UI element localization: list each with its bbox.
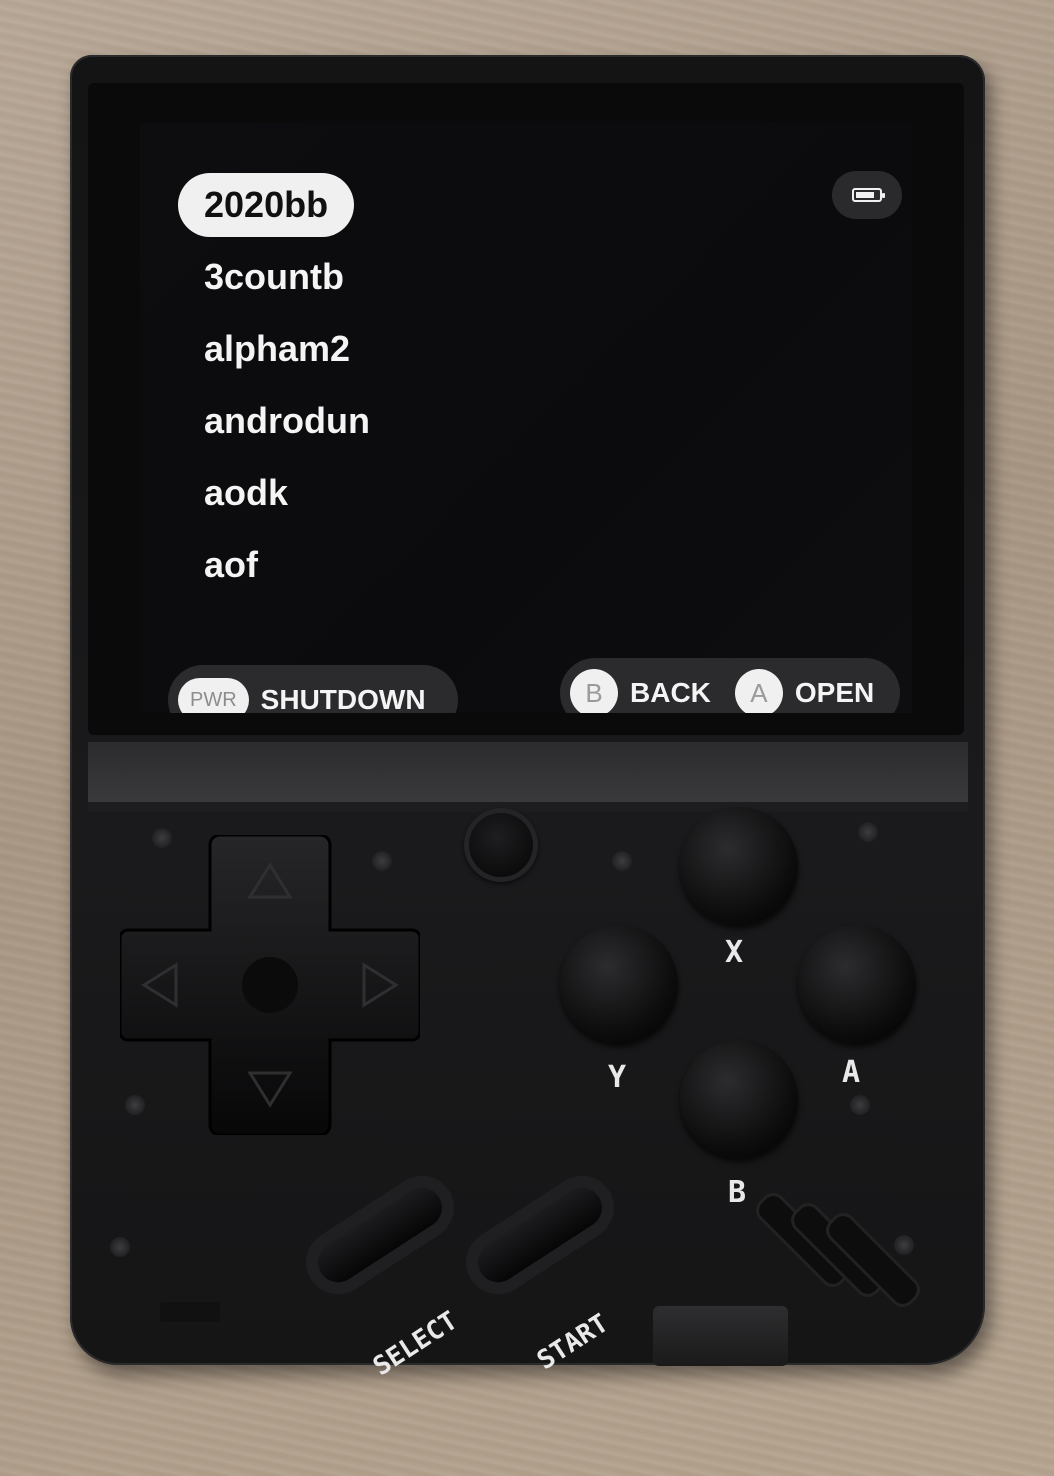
open-label: OPEN (794, 677, 875, 708)
screen: 2020bb 3countb alpham2 androdun aodk aof… (140, 123, 912, 713)
shutdown-label: SHUTDOWN (260, 684, 426, 713)
y-button[interactable] (560, 925, 678, 1043)
y-button-label: Y (608, 1060, 627, 1095)
navigation-hints: B BACK A OPEN (560, 658, 900, 713)
a-button[interactable] (798, 925, 916, 1043)
rom-list-item[interactable]: 2020bb (178, 173, 355, 237)
screw (110, 1237, 130, 1257)
b-key-badge[interactable]: B (570, 669, 618, 713)
shutdown-hint[interactable]: PWR SHUTDOWN (168, 665, 458, 713)
x-button[interactable] (680, 807, 798, 925)
side-button[interactable] (160, 1302, 220, 1322)
body-stripe (88, 742, 968, 802)
pwr-key-badge: PWR (178, 678, 249, 713)
rom-list-item[interactable]: 3countb (178, 245, 396, 317)
battery-icon (852, 188, 885, 202)
dpad[interactable] (120, 835, 420, 1135)
rom-list-item[interactable]: aodk (178, 461, 396, 533)
rom-list: 2020bb 3countb alpham2 androdun aodk aof (178, 173, 396, 605)
rom-list-item[interactable]: alpham2 (178, 317, 396, 389)
x-button-label: X (725, 935, 744, 970)
screen-bezel: 2020bb 3countb alpham2 androdun aodk aof… (88, 83, 964, 735)
a-button-label: A (842, 1055, 861, 1090)
screw (612, 851, 632, 871)
start-label: START (532, 1308, 614, 1377)
rom-list-item[interactable]: aof (178, 533, 396, 605)
screw (894, 1235, 914, 1255)
start-button[interactable] (470, 1180, 610, 1290)
battery-indicator (832, 171, 902, 219)
back-label: BACK (630, 677, 711, 708)
power-switch[interactable] (653, 1306, 788, 1366)
screw (858, 822, 878, 842)
b-button-label: B (728, 1175, 747, 1210)
a-key-badge[interactable]: A (734, 669, 783, 713)
screw (850, 1095, 870, 1115)
select-label: SELECT (368, 1305, 464, 1383)
handheld-console: 2020bb 3countb alpham2 androdun aodk aof… (70, 55, 985, 1382)
body-stripe-shadow (88, 802, 968, 812)
b-button[interactable] (680, 1040, 798, 1158)
battery-level (856, 192, 874, 198)
select-button[interactable] (310, 1180, 450, 1290)
rom-list-item[interactable]: androdun (178, 389, 396, 461)
menu-button[interactable] (464, 808, 538, 882)
